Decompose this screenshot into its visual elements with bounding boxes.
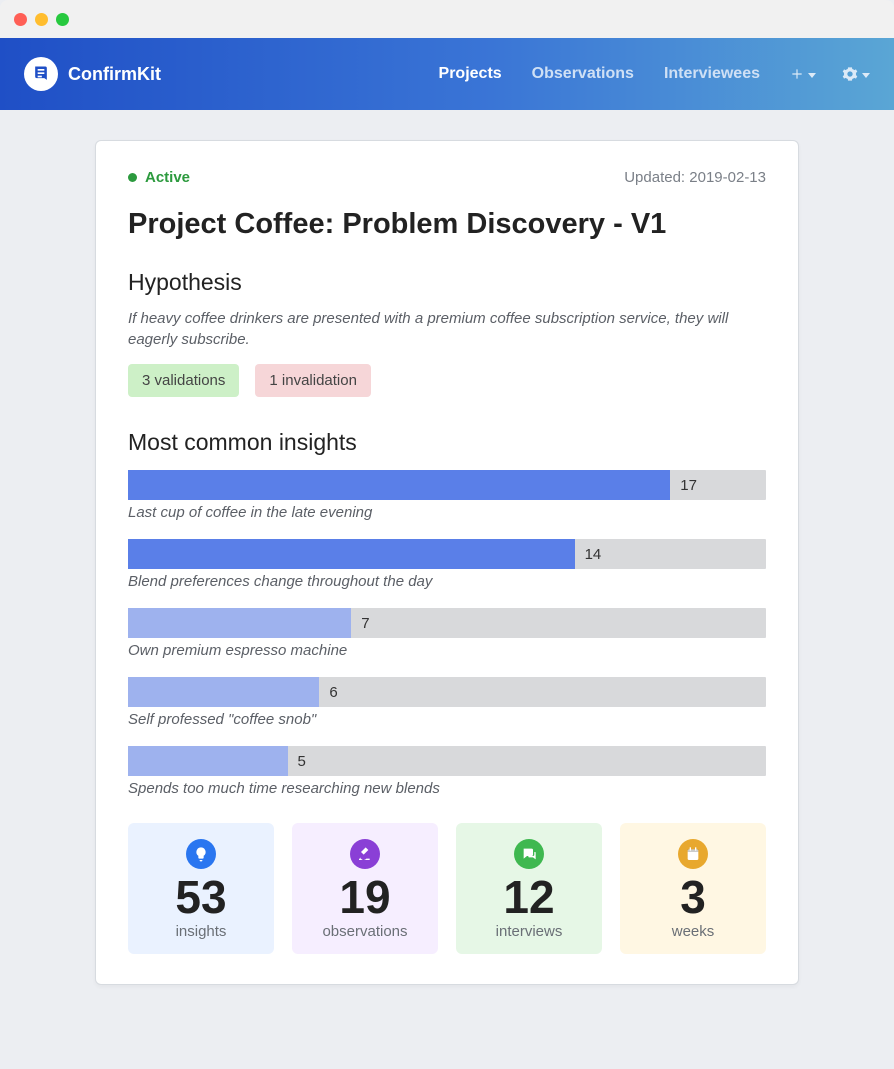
insight-label: Own premium espresso machine xyxy=(128,642,766,659)
insight-label: Self professed "coffee snob" xyxy=(128,711,766,728)
insight-bar-fill xyxy=(128,539,575,569)
invalidations-badge[interactable]: 1 invalidation xyxy=(255,364,371,397)
insight-bar: 17 xyxy=(128,470,766,500)
status-label: Active xyxy=(145,169,190,186)
app-window: ConfirmKit Projects Observations Intervi… xyxy=(0,0,894,1025)
insight-label: Blend preferences change throughout the … xyxy=(128,573,766,590)
insight-bar: 6 xyxy=(128,677,766,707)
project-card: Active Updated: 2019-02-13 Project Coffe… xyxy=(95,140,799,985)
hypothesis-heading: Hypothesis xyxy=(128,269,766,296)
nav-link-projects[interactable]: Projects xyxy=(439,65,502,83)
bulb-icon xyxy=(186,839,216,869)
stat-value: 12 xyxy=(503,873,554,921)
insight-value: 7 xyxy=(361,615,369,632)
insights-heading: Most common insights xyxy=(128,429,766,456)
brand-name: ConfirmKit xyxy=(68,64,161,85)
microscope-icon xyxy=(350,839,380,869)
stat-card-insights[interactable]: 53 insights xyxy=(128,823,274,954)
insight-row[interactable]: 17 Last cup of coffee in the late evening xyxy=(128,470,766,521)
settings-menu[interactable] xyxy=(842,66,870,82)
insight-value: 14 xyxy=(585,546,602,563)
project-title: Project Coffee: Problem Discovery - V1 xyxy=(128,208,766,241)
hypothesis-text: If heavy coffee drinkers are presented w… xyxy=(128,308,766,350)
insight-row[interactable]: 6 Self professed "coffee snob" xyxy=(128,677,766,728)
stats-row: 53 insights 19 observations 12 interviews 3 wee… xyxy=(128,823,766,954)
add-menu[interactable] xyxy=(790,67,816,81)
stat-value: 19 xyxy=(339,873,390,921)
stat-label: interviews xyxy=(496,923,563,940)
stat-card-interviews[interactable]: 12 interviews xyxy=(456,823,602,954)
nav-links: Projects Observations Interviewees xyxy=(439,65,760,83)
window-minimize-dot[interactable] xyxy=(35,13,48,26)
insight-value: 5 xyxy=(298,753,306,770)
insight-bar-fill xyxy=(128,608,351,638)
insight-label: Last cup of coffee in the late evening xyxy=(128,504,766,521)
window-titlebar xyxy=(0,0,894,38)
insight-bar: 5 xyxy=(128,746,766,776)
insight-bar-fill xyxy=(128,470,670,500)
status-dot-icon xyxy=(128,173,137,182)
insight-row[interactable]: 7 Own premium espresso machine xyxy=(128,608,766,659)
stat-label: insights xyxy=(176,923,227,940)
nav-link-observations[interactable]: Observations xyxy=(532,65,634,83)
calendar-icon xyxy=(678,839,708,869)
stat-value: 3 xyxy=(680,873,706,921)
stat-card-observations[interactable]: 19 observations xyxy=(292,823,438,954)
content: Active Updated: 2019-02-13 Project Coffe… xyxy=(0,110,894,1025)
chevron-down-icon xyxy=(862,73,870,78)
stat-card-weeks[interactable]: 3 weeks xyxy=(620,823,766,954)
insight-row[interactable]: 14 Blend preferences change throughout th… xyxy=(128,539,766,590)
insight-label: Spends too much time researching new ble… xyxy=(128,780,766,797)
window-maximize-dot[interactable] xyxy=(56,13,69,26)
insight-bar-fill xyxy=(128,677,319,707)
nav-actions xyxy=(790,66,870,82)
stat-label: observations xyxy=(322,923,407,940)
insight-bar: 7 xyxy=(128,608,766,638)
stat-value: 53 xyxy=(175,873,226,921)
navbar: ConfirmKit Projects Observations Intervi… xyxy=(0,38,894,110)
brand[interactable]: ConfirmKit xyxy=(24,57,161,91)
nav-link-interviewees[interactable]: Interviewees xyxy=(664,65,760,83)
status-badge: Active xyxy=(128,169,190,186)
validation-badges: 3 validations 1 invalidation xyxy=(128,364,766,397)
insight-bar-fill xyxy=(128,746,288,776)
insight-bar: 14 xyxy=(128,539,766,569)
chat-icon xyxy=(514,839,544,869)
plus-icon xyxy=(790,67,804,81)
insight-row[interactable]: 5 Spends too much time researching new bl… xyxy=(128,746,766,797)
chevron-down-icon xyxy=(808,73,816,78)
brand-icon xyxy=(24,57,58,91)
insights-list: 17 Last cup of coffee in the late evening… xyxy=(128,470,766,797)
insight-value: 6 xyxy=(329,684,337,701)
validations-badge[interactable]: 3 validations xyxy=(128,364,239,397)
stat-label: weeks xyxy=(672,923,715,940)
gear-icon xyxy=(842,66,858,82)
updated-label: Updated: 2019-02-13 xyxy=(624,169,766,186)
window-close-dot[interactable] xyxy=(14,13,27,26)
insight-value: 17 xyxy=(680,477,697,494)
